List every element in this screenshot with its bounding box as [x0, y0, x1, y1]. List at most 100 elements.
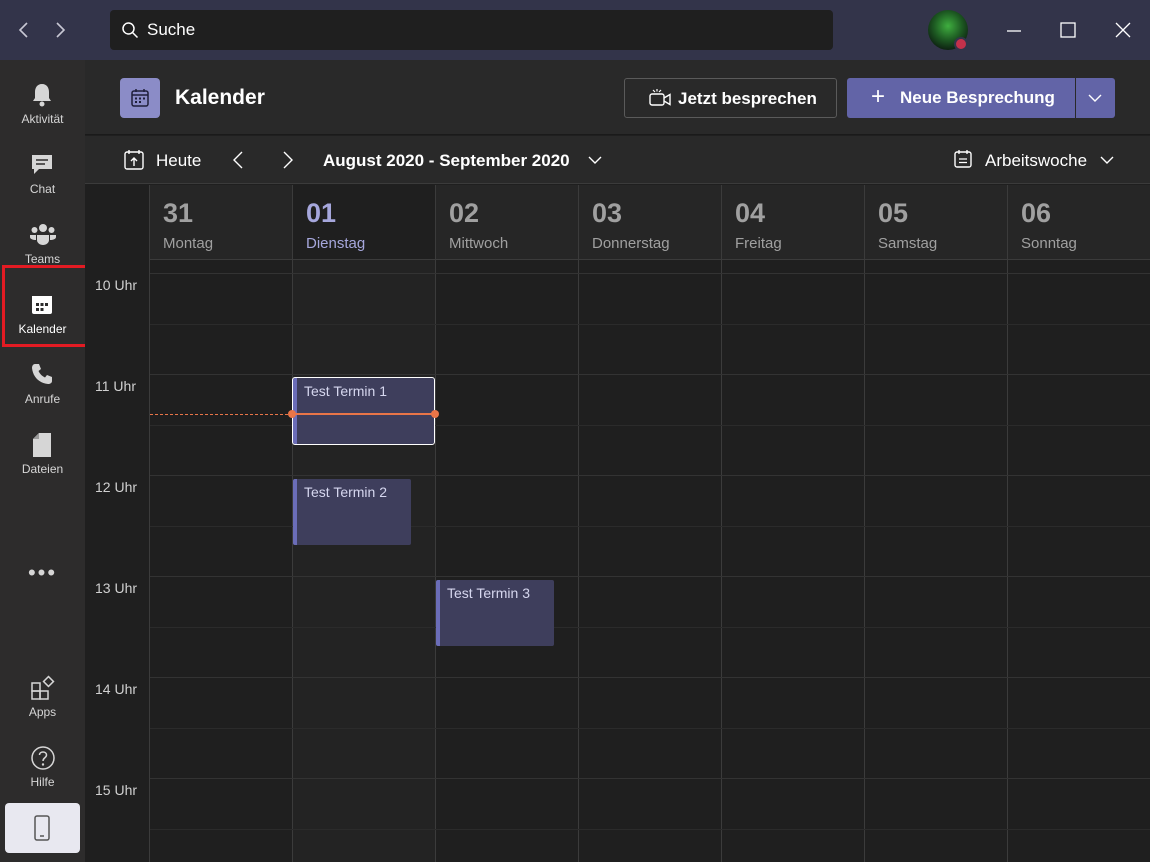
day-column[interactable] — [292, 260, 435, 862]
mobile-app-button[interactable] — [5, 803, 80, 853]
date-range-label[interactable]: August 2020 - September 2020 — [323, 151, 570, 171]
half-hour-line — [150, 323, 1150, 325]
day-number: 05 — [878, 198, 909, 228]
new-meeting-dropdown-button[interactable] — [1076, 78, 1115, 118]
current-time-line-past — [150, 414, 293, 416]
next-week-button[interactable] — [278, 148, 298, 172]
day-header[interactable]: 06 Sonntag — [1007, 185, 1150, 260]
current-time-line — [292, 413, 435, 416]
mobile-icon — [34, 815, 50, 841]
calendar-grid: 31 Montag 01 Dienstag 02 Mittwoch 03 Donnerstag… — [85, 185, 1150, 862]
day-name: Dienstag — [306, 235, 366, 252]
page-header: Kalender Jetzt besprechen + Neue Besprec… — [85, 60, 1150, 135]
minimize-button[interactable] — [1002, 18, 1026, 42]
rail-item-hilfe[interactable]: Hilfe — [0, 733, 85, 803]
help-icon — [31, 746, 55, 770]
calendar-today-icon — [124, 150, 144, 170]
chevron-left-icon — [18, 22, 28, 38]
hour-label: 13 Uhr — [95, 580, 138, 596]
calendar-badge — [120, 78, 160, 118]
day-column[interactable] — [149, 260, 292, 862]
day-number: 02 — [449, 198, 480, 228]
search-input[interactable] — [147, 10, 817, 50]
status-badge — [954, 37, 968, 51]
rail-item-aktivitaet[interactable]: Aktivität — [0, 70, 85, 140]
new-meeting-button[interactable]: + Neue Besprechung — [847, 78, 1075, 118]
rail-item-label: Dateien — [21, 462, 64, 476]
rail-item-label: Teams — [24, 252, 61, 266]
day-name: Sonntag — [1021, 235, 1077, 252]
rail-item-label: Apps — [28, 705, 57, 719]
day-name: Freitag — [735, 235, 782, 252]
calendar-view-icon — [954, 150, 972, 168]
rail-item-label: Aktivität — [21, 112, 64, 126]
today-label: Heute — [156, 151, 202, 170]
day-number: 03 — [592, 198, 623, 228]
hour-line — [150, 778, 1150, 779]
rail-item-chat[interactable]: Chat — [0, 140, 85, 210]
hour-label: 10 Uhr — [95, 277, 138, 293]
plus-icon: + — [871, 83, 886, 110]
more-apps-button[interactable]: ••• — [0, 560, 85, 586]
day-header[interactable]: 03 Donnerstag — [578, 185, 721, 260]
meet-now-label: Jetzt besprechen — [678, 89, 817, 108]
day-column[interactable] — [1007, 260, 1150, 862]
maximize-icon — [1060, 22, 1076, 38]
prev-week-button[interactable] — [228, 148, 248, 172]
rail-item-dateien[interactable]: Dateien — [0, 420, 85, 490]
forward-button[interactable] — [48, 18, 72, 42]
hour-line — [150, 374, 1150, 375]
close-icon — [1115, 22, 1131, 38]
new-meeting-label: Neue Besprechung — [900, 88, 1055, 107]
apps-icon — [31, 675, 55, 700]
day-column[interactable] — [435, 260, 578, 862]
active-highlight-box — [2, 265, 90, 347]
day-column[interactable] — [864, 260, 1007, 862]
half-hour-line — [150, 828, 1150, 830]
chevron-right-icon — [283, 151, 293, 169]
rail-item-apps[interactable]: Apps — [0, 663, 85, 733]
day-header[interactable]: 04 Freitag — [721, 185, 864, 260]
calendar-toolbar: Heute August 2020 - September 2020 Arbei… — [85, 136, 1150, 184]
view-label: Arbeitswoche — [985, 151, 1088, 170]
hour-line — [150, 677, 1150, 678]
calendar-event[interactable]: Test Termin 1 — [292, 377, 435, 445]
date-range-dropdown[interactable] — [587, 153, 603, 171]
day-column[interactable] — [578, 260, 721, 862]
search-icon — [122, 22, 139, 39]
calendar-event[interactable]: Test Termin 2 — [293, 479, 411, 545]
day-number: 04 — [735, 198, 766, 228]
maximize-button[interactable] — [1056, 18, 1080, 42]
day-header[interactable]: 01 Dienstag — [292, 185, 435, 260]
today-button[interactable]: Heute — [123, 149, 201, 176]
day-header[interactable]: 02 Mittwoch — [435, 185, 578, 260]
day-header[interactable]: 05 Samstag — [864, 185, 1007, 260]
chat-icon — [32, 155, 52, 174]
hour-label: 15 Uhr — [95, 782, 138, 798]
minimize-icon — [1007, 30, 1021, 32]
chevron-down-icon — [1088, 94, 1102, 102]
app-rail: Aktivität Chat Teams Kalender Anrufe Dat… — [0, 60, 85, 862]
hour-line — [150, 475, 1150, 476]
half-hour-line — [150, 626, 1150, 628]
close-button[interactable] — [1111, 18, 1135, 42]
day-name: Montag — [163, 235, 214, 252]
day-column[interactable] — [721, 260, 864, 862]
page-title: Kalender — [175, 86, 265, 109]
event-title: Test Termin 2 — [304, 484, 387, 500]
half-hour-line — [150, 727, 1150, 729]
day-name: Mittwoch — [449, 235, 509, 252]
chevron-left-icon — [233, 151, 243, 169]
day-number: 06 — [1021, 198, 1052, 228]
back-button[interactable] — [12, 18, 36, 42]
view-selector[interactable]: Arbeitswoche — [953, 149, 1114, 174]
calendar-event[interactable]: Test Termin 3 — [436, 580, 554, 646]
title-bar — [0, 0, 1150, 60]
search-box[interactable] — [110, 10, 833, 50]
meet-now-button[interactable]: Jetzt besprechen — [624, 78, 837, 118]
rail-item-label: Chat — [29, 182, 56, 196]
day-header[interactable]: 31 Montag — [149, 185, 292, 260]
event-title: Test Termin 1 — [304, 383, 387, 399]
hour-label: 14 Uhr — [95, 681, 138, 697]
rail-item-anrufe[interactable]: Anrufe — [0, 350, 85, 420]
